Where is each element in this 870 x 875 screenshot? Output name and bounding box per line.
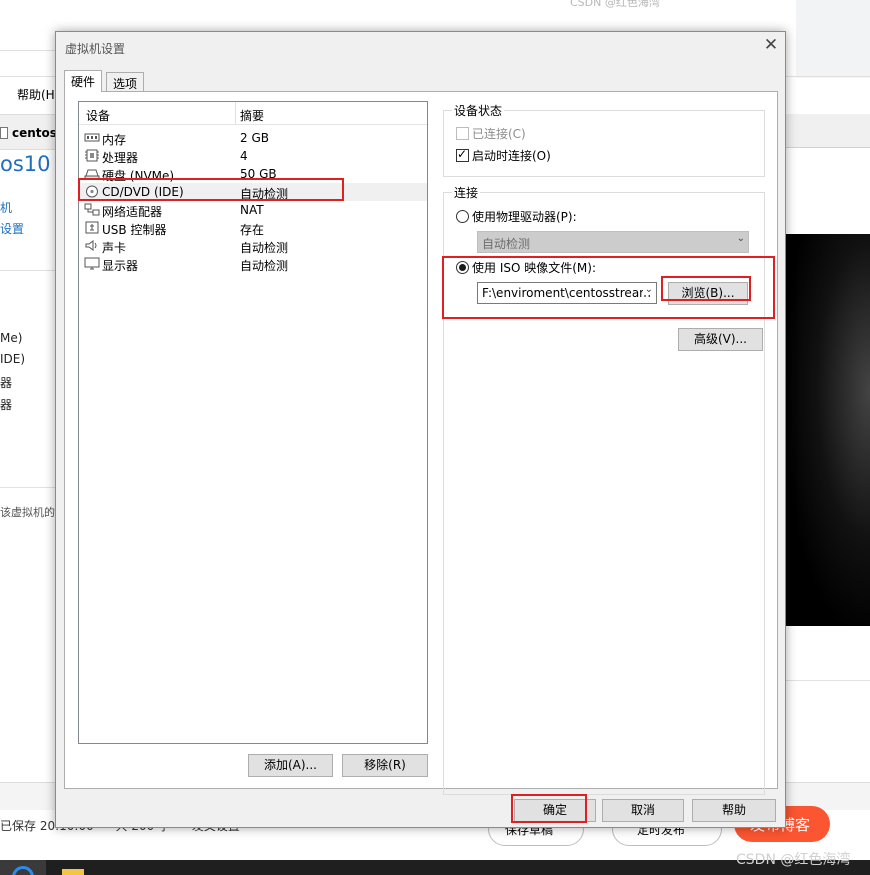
usb-controller-icon	[85, 221, 99, 234]
cancel-button[interactable]: 取消	[602, 799, 684, 822]
hard-disk-icon	[84, 169, 100, 180]
edit-settings-link[interactable]: 设置	[0, 220, 24, 237]
vm-title: os10	[0, 152, 51, 176]
vm-description: 该虚拟机的	[0, 506, 55, 519]
physical-drive-label: 使用物理驱动器(P):	[472, 210, 577, 224]
device-row-memory[interactable]: 内存 2 GB	[80, 129, 427, 147]
iso-path-combo[interactable]: F:\enviroment\centosstream ⌄	[477, 282, 657, 304]
iso-image-radio[interactable]: 使用 ISO 映像文件(M):	[456, 259, 596, 276]
network-adapter-icon	[84, 203, 100, 216]
device-row-display[interactable]: 显示器 自动检测	[80, 255, 427, 273]
advanced-button[interactable]: 高级(V)...	[678, 328, 763, 351]
help-menu[interactable]: 帮助(H)	[17, 86, 59, 103]
vm-console-preview[interactable]	[786, 234, 870, 626]
device-name: CD/DVD (IDE)	[102, 185, 184, 199]
physical-drive-value: 自动检测	[482, 237, 531, 251]
device-row-sound-card[interactable]: 声卡 自动检测	[80, 237, 427, 255]
device-row-hard-disk[interactable]: 硬盘 (NVMe) 50 GB	[80, 165, 427, 183]
device-name: 处理器	[102, 151, 139, 165]
chevron-down-icon: ⌄	[736, 233, 745, 244]
physical-drive-radio[interactable]: 使用物理驱动器(P):	[456, 208, 577, 225]
device-summary: 自动检测	[240, 259, 289, 273]
background-device-item: 器	[0, 376, 13, 390]
device-name: USB 控制器	[102, 223, 167, 237]
radio-dot	[456, 210, 469, 223]
check-icon: ✓	[456, 147, 469, 162]
hardware-panel: 设备 摘要 内存 2 GB 处理器 4 硬盘 (NVMe) 50 GB CD/D…	[64, 91, 778, 795]
divider	[0, 50, 55, 51]
power-on-link[interactable]: 机	[0, 199, 12, 216]
help-button[interactable]: 帮助	[692, 799, 776, 822]
connected-checkbox[interactable]: 已连接(C)	[456, 125, 526, 142]
divider	[786, 680, 870, 681]
sound-card-icon	[85, 240, 97, 251]
background-device-item: 器	[0, 398, 13, 412]
connection-group: 连接 使用物理驱动器(P): 自动检测 ⌄ 使用 ISO 映像文件(M): F:…	[443, 184, 765, 795]
column-header-device[interactable]: 设备	[86, 107, 110, 124]
connect-at-power-on-checkbox[interactable]: ✓ 启动时连接(O)	[456, 147, 551, 164]
iso-image-label: 使用 ISO 映像文件(M):	[472, 261, 596, 275]
background-device-item: Me)	[0, 331, 23, 345]
checkbox-box	[456, 127, 469, 140]
tab-hardware[interactable]: 硬件	[64, 70, 103, 92]
display-icon	[84, 257, 100, 270]
add-device-button[interactable]: 添加(A)...	[248, 754, 333, 777]
device-summary: 4	[240, 149, 248, 163]
cd-dvd-icon	[86, 185, 98, 198]
divider	[0, 270, 55, 271]
iso-path-value: F:\enviroment\centosstream	[482, 286, 651, 300]
divider	[0, 487, 55, 488]
device-summary: 50 GB	[240, 167, 277, 181]
device-status-title: 设备状态	[452, 102, 505, 119]
device-summary: 自动检测	[240, 187, 289, 201]
watermark-top: CSDN @红色海湾	[570, 0, 660, 9]
device-list[interactable]: 设备 摘要 内存 2 GB 处理器 4 硬盘 (NVMe) 50 GB CD/D…	[78, 101, 428, 744]
device-row-network-adapter[interactable]: 网络适配器 NAT	[80, 201, 427, 219]
vm-settings-dialog: 虚拟机设置 ✕ 硬件 选项 设备 摘要 内存 2 GB 处理器 4 硬盘 (NV…	[55, 31, 786, 828]
device-summary: 存在	[240, 223, 265, 237]
device-row-usb-controller[interactable]: USB 控制器 存在	[80, 219, 427, 237]
background-panel	[796, 0, 870, 78]
connection-title: 连接	[452, 184, 481, 201]
device-status-group: 设备状态 已连接(C) ✓ 启动时连接(O)	[443, 102, 765, 177]
watermark-bottom: CSDN @红色海湾	[736, 852, 851, 868]
browse-button[interactable]: 浏览(B)...	[668, 282, 748, 305]
physical-drive-select[interactable]: 自动检测 ⌄	[477, 231, 749, 253]
folder-icon[interactable]	[62, 869, 84, 875]
chevron-down-icon: ⌄	[642, 284, 653, 295]
device-name: 硬盘 (NVMe)	[102, 169, 175, 183]
ok-button[interactable]: 确定	[514, 799, 596, 822]
device-summary: 自动检测	[240, 241, 289, 255]
background-device-item: IDE)	[0, 352, 26, 366]
dialog-title: 虚拟机设置	[65, 42, 126, 56]
radio-dot	[456, 261, 469, 274]
device-name: 显示器	[102, 259, 139, 273]
device-row-processor[interactable]: 处理器 4	[80, 147, 427, 165]
device-name: 声卡	[102, 241, 127, 255]
device-summary: NAT	[240, 203, 264, 217]
connected-label: 已连接(C)	[472, 127, 526, 141]
tab-options[interactable]: 选项	[106, 72, 145, 91]
device-summary: 2 GB	[240, 131, 269, 145]
device-row-cd-dvd[interactable]: CD/DVD (IDE) 自动检测	[80, 183, 427, 201]
vm-tab-icon	[0, 127, 8, 139]
close-icon[interactable]: ✕	[761, 36, 781, 56]
remove-device-button[interactable]: 移除(R)	[342, 754, 428, 777]
column-header-summary[interactable]: 摘要	[240, 107, 264, 124]
device-name: 内存	[102, 133, 127, 147]
device-list-header: 设备 摘要	[79, 102, 427, 125]
processor-icon	[85, 149, 99, 162]
column-separator[interactable]	[235, 102, 236, 124]
background-toolbar	[786, 114, 870, 148]
connect-at-power-on-label: 启动时连接(O)	[472, 149, 551, 163]
memory-icon	[84, 133, 100, 142]
device-name: 网络适配器	[102, 205, 163, 219]
